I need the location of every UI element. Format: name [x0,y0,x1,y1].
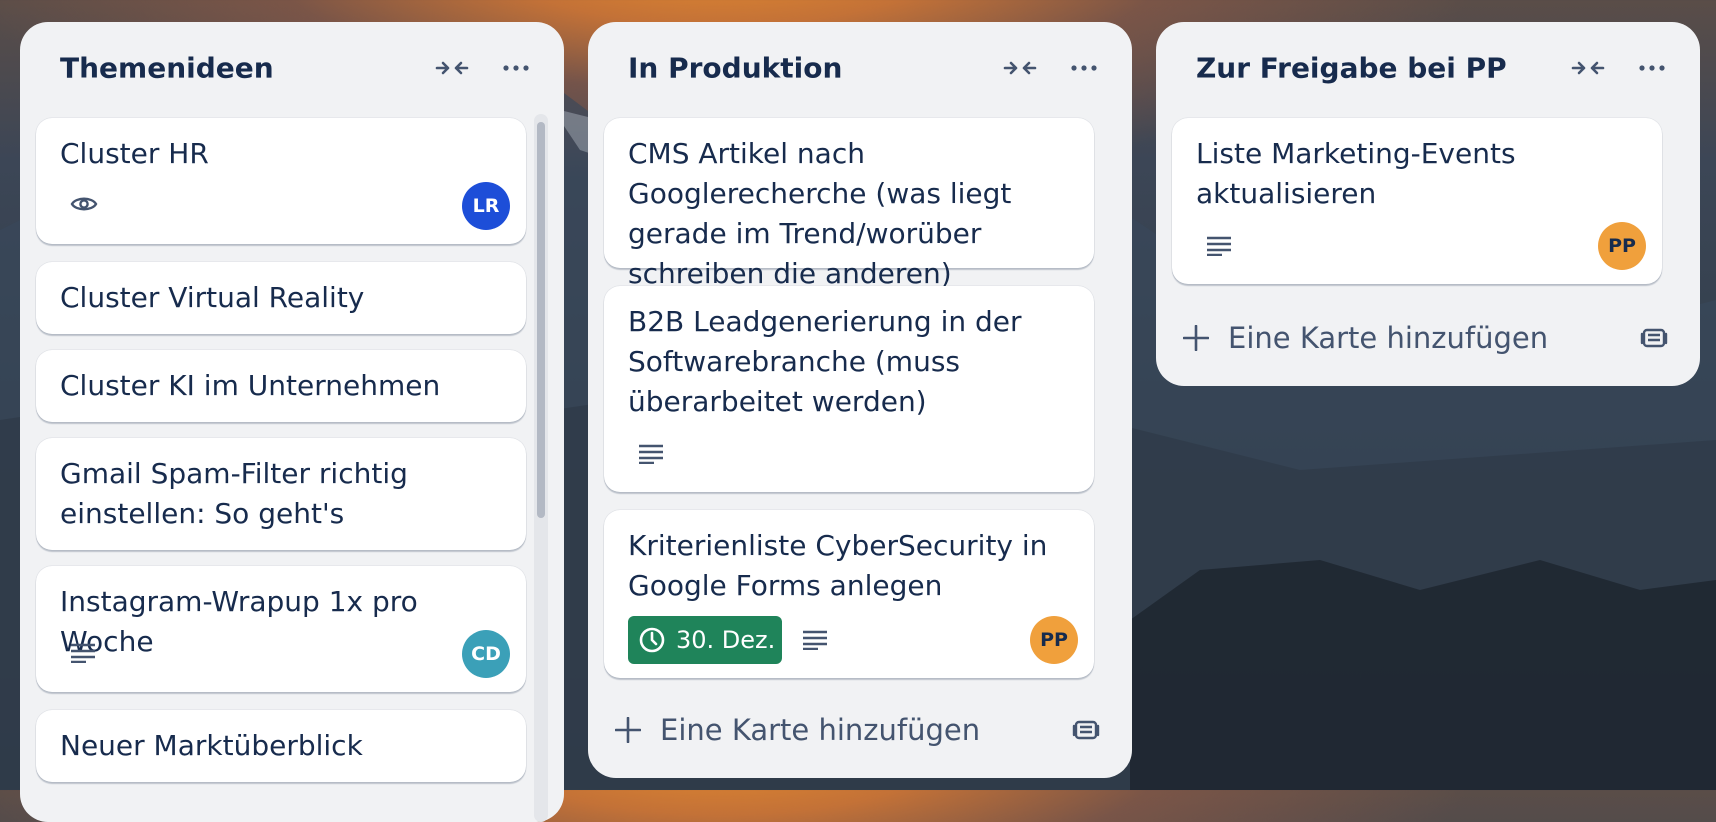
list-title[interactable]: Zur Freigabe bei PP [1196,52,1507,85]
add-card-label: Eine Karte hinzufügen [660,713,981,747]
card-b2b-leadgenerierung[interactable]: B2B Leadgenerierung in der Softwarebranc… [604,286,1094,492]
card-title: B2B Leadgenerierung in der Softwarebranc… [628,305,1022,418]
card-template-icon[interactable] [1072,716,1100,744]
list-in-produktion: In Produktion CMS Artikel nach Googlerec… [588,22,1132,778]
card-cluster-hr[interactable]: Cluster HR LR [36,118,526,244]
add-card-button[interactable]: Eine Karte hinzufügen [606,702,1114,758]
list-themenideen: Themenideen Cluster HR LR Cluster Virtua… [20,22,564,822]
plus-icon [606,708,650,752]
clock-icon [639,627,665,653]
collapse-icon[interactable] [434,56,470,80]
card-title: Gmail Spam-Filter richtig einstellen: So… [60,457,408,530]
card-instagram-wrapup[interactable]: Instagram-Wrapup 1x pro Woche CD [36,566,526,692]
description-icon [803,630,827,650]
card-gmail-spam-filter[interactable]: Gmail Spam-Filter richtig einstellen: So… [36,438,526,550]
watch-icon [70,197,98,211]
more-icon[interactable] [502,64,530,72]
card-title: Instagram-Wrapup 1x pro Woche [60,585,418,658]
avatar[interactable]: CD [462,630,510,678]
list-header: Zur Freigabe bei PP [1156,22,1700,118]
card-title: CMS Artikel nach Googlerecherche (was li… [628,137,1012,290]
list-title[interactable]: In Produktion [628,52,842,85]
list-header: In Produktion [588,22,1132,118]
avatar[interactable]: PP [1598,222,1646,270]
add-card-label: Eine Karte hinzufügen [1228,321,1549,355]
due-date-badge[interactable]: 30. Dez. [628,616,782,664]
scrollbar-thumb[interactable] [537,122,545,518]
due-date-label: 30. Dez. [676,626,776,654]
card-title: Cluster KI im Unternehmen [60,369,441,402]
description-icon [1207,236,1231,256]
card-neuer-marktueberblick[interactable]: Neuer Marktüberblick [36,710,526,782]
card-template-icon[interactable] [1640,324,1668,352]
collapse-icon[interactable] [1570,56,1606,80]
card-cms-artikel[interactable]: CMS Artikel nach Googlerecherche (was li… [604,118,1094,290]
list-title[interactable]: Themenideen [60,52,274,85]
collapse-icon[interactable] [1002,56,1038,80]
description-icon [71,643,95,663]
more-icon[interactable] [1638,64,1666,72]
card-title: Kriterienliste CyberSecurity in Google F… [628,529,1048,602]
add-card-button[interactable]: Eine Karte hinzufügen [1174,310,1682,366]
list-zur-freigabe: Zur Freigabe bei PP Liste Marketing-Even… [1156,22,1700,386]
plus-icon [1174,316,1218,360]
card-liste-marketing-events[interactable]: Liste Marketing-Events aktualisieren PP [1172,118,1662,284]
card-title: Neuer Marktüberblick [60,729,363,762]
avatar[interactable]: PP [1030,616,1078,664]
avatar[interactable]: LR [462,182,510,230]
card-kriterienliste-cybersecurity[interactable]: Kriterienliste CyberSecurity in Google F… [604,510,1094,678]
list-header: Themenideen [20,22,564,118]
card-cluster-ki[interactable]: Cluster KI im Unternehmen [36,350,526,422]
more-icon[interactable] [1070,64,1098,72]
card-title: Cluster Virtual Reality [60,281,365,314]
scrollbar[interactable] [534,114,548,822]
card-title: Liste Marketing-Events aktualisieren [1196,137,1516,210]
description-icon [639,444,663,464]
card-title: Cluster HR [60,137,209,170]
card-cluster-virtual-reality[interactable]: Cluster Virtual Reality [36,262,526,334]
